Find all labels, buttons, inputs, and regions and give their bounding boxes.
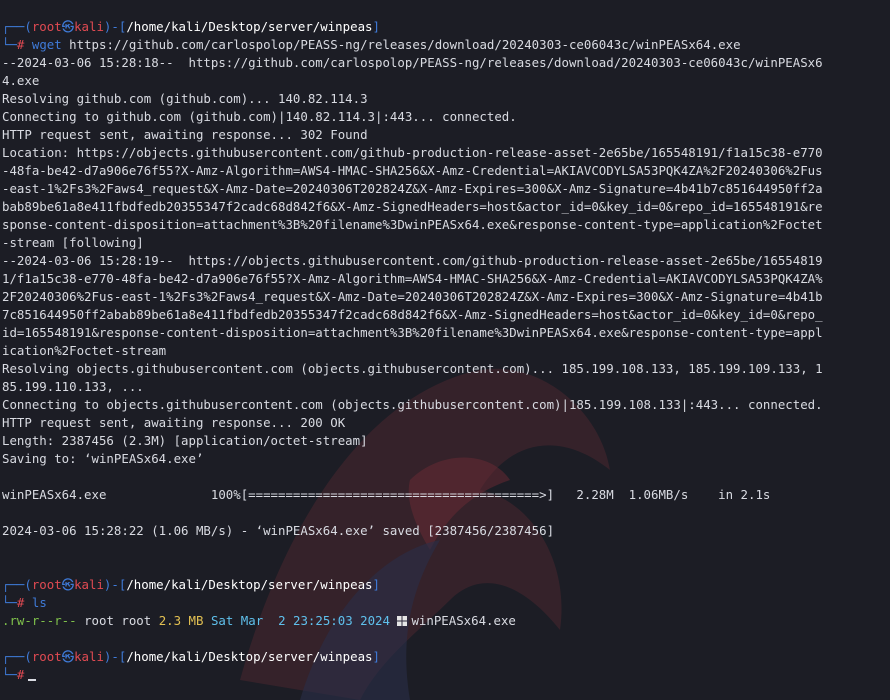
wget-output: --2024-03-06 15:28:18-- https://github.c… [2,54,890,576]
output-line: id=165548191&response-content-dispositio… [2,325,823,340]
output-line: HTTP request sent, awaiting response... … [2,127,368,142]
output-line: winPEASx64.exe 100%[====================… [2,487,771,502]
output-line: 7c851644950ff2abab89be61a8e411fbdfedb203… [2,307,823,322]
output-line: Saving to: ‘winPEASx64.exe’ [2,451,204,466]
output-line: 2024-03-06 15:28:22 (1.06 MB/s) - ‘winPE… [2,523,555,538]
output-line: Resolving github.com (github.com)... 140… [2,91,368,106]
output-line: Length: 2387456 (2.3M) [application/octe… [2,433,368,448]
output-line: --2024-03-06 15:28:19-- https://objects.… [2,253,823,268]
output-line: Connecting to github.com (github.com)|14… [2,109,517,124]
output-line: sponse-content-disposition=attachment%3B… [2,217,823,232]
output-line: Resolving objects.githubusercontent.com … [2,361,823,376]
output-line: 4.exe [2,73,40,88]
output-line: 85.199.110.133, ... [2,379,144,394]
output-line: bab89be61a8e411fbdfedb20355347f2cadc68d8… [2,199,823,214]
output-line: 2F20240306%2Fus-east-1%2Fs3%2Faws4_reque… [2,289,823,304]
output-line: --2024-03-06 15:28:18-- https://github.c… [2,55,823,70]
output-line: -48fa-be42-d7a906e76f55?X-Amz-Algorithm=… [2,163,823,178]
command-line: └─# ls [2,595,47,610]
output-line: -stream [following] [2,235,144,250]
output-line: 1/f1a15c38-e770-48fa-be42-d7a906e76f55?X… [2,271,823,286]
prompt-top-line: ┌──(root㉿kali)-[/home/kali/Desktop/serve… [2,577,380,592]
terminal-output[interactable]: ┌──(root㉿kali)-[/home/kali/Desktop/serve… [2,18,890,684]
output-line: Location: https://objects.githubusercont… [2,145,823,160]
ls-file-row: .rw-r--r-- root root 2.3 MB Sat Mar 2 23… [2,613,516,628]
output-line: ication%2Foctet-stream [2,343,167,358]
prompt-top-line: ┌──(root㉿kali)-[/home/kali/Desktop/serve… [2,19,380,34]
output-line: HTTP request sent, awaiting response... … [2,415,346,430]
output-line: Connecting to objects.githubusercontent.… [2,397,823,412]
output-line: -east-1%2Fs3%2Faws4_request&X-Amz-Date=2… [2,181,823,196]
command-line: └─# wget https://github.com/carlospolop/… [2,37,741,52]
windows-icon [397,616,408,626]
prompt-top-line: ┌──(root㉿kali)-[/home/kali/Desktop/serve… [2,649,380,664]
text-cursor [28,679,37,681]
command-line[interactable]: └─# [2,666,890,684]
